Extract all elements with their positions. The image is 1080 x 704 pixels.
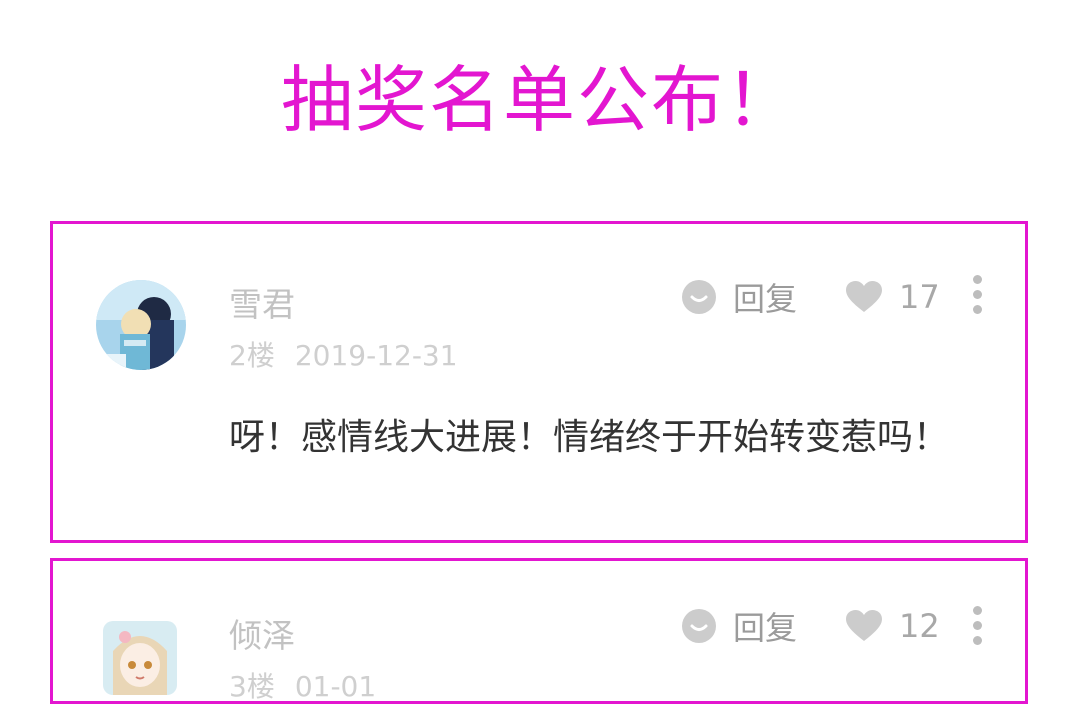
reply-label: 回复: [733, 280, 798, 318]
reply-button[interactable]: 回复: [681, 277, 798, 318]
more-vertical-icon[interactable]: [967, 275, 987, 319]
reply-bubble-icon: [682, 609, 716, 643]
heart-icon: [846, 281, 882, 312]
like-count: 17: [899, 278, 940, 316]
user-avatar[interactable]: [96, 280, 186, 370]
comment-card: 倾泽 3楼 01-01 回复 12: [50, 558, 1028, 704]
anime-couple-avatar-icon: [96, 280, 186, 370]
comment-date: 2019-12-31: [294, 339, 458, 372]
comment-meta: 2楼 2019-12-31: [229, 334, 458, 374]
reply-bubble-icon: [682, 280, 716, 314]
anime-girl-avatar-icon: [103, 621, 177, 695]
floor-number: 2楼: [229, 339, 275, 372]
username[interactable]: 倾泽: [229, 609, 295, 657]
comment-content: 呀！感情线大进展！情绪终于开始转变惹吗！: [229, 417, 950, 458]
heart-icon: [846, 610, 882, 641]
like-count: 12: [899, 607, 940, 645]
comment-meta: 3楼 01-01: [229, 665, 376, 701]
page-title: 抽奖名单公布！: [280, 58, 799, 142]
like-button[interactable]: 17: [845, 277, 940, 317]
user-avatar[interactable]: [103, 621, 177, 695]
username[interactable]: 雪君: [229, 278, 295, 326]
like-button[interactable]: 12: [845, 606, 940, 646]
reply-label: 回复: [733, 609, 798, 647]
more-vertical-icon[interactable]: [967, 606, 987, 650]
comment-card: 雪君 2楼 2019-12-31 回复 17 呀！感情线大进展！情绪终于开始转变惹…: [50, 221, 1028, 543]
reply-button[interactable]: 回复: [681, 606, 798, 647]
